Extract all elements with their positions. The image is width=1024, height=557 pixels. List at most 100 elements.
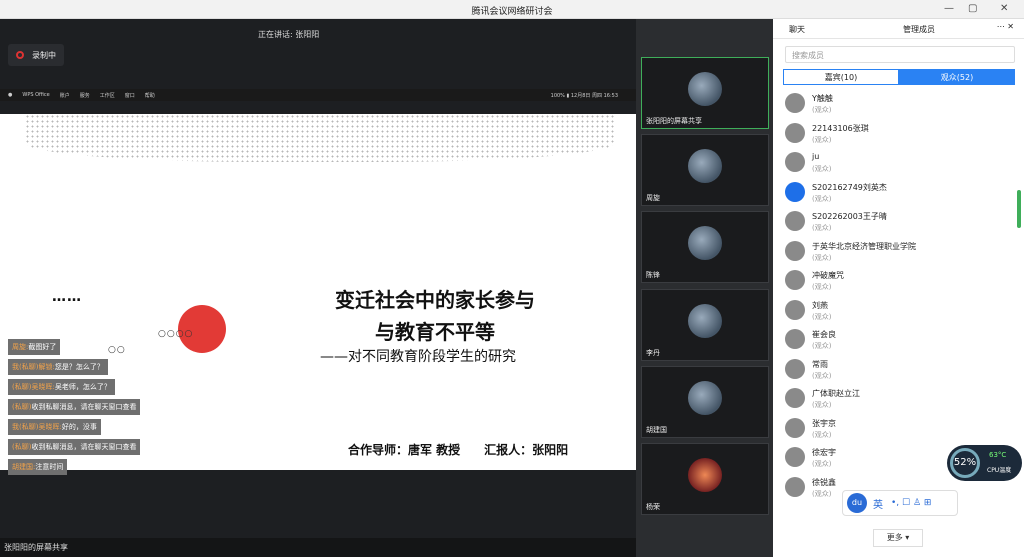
avatar — [785, 93, 805, 113]
list-item[interactable]: ju (观众) — [785, 148, 1015, 178]
member-list: Y触触 (观众) 22143106张琪 (观众) ju (观众) S202162749… — [785, 89, 1015, 502]
tile-name: 张阳阳的屏幕共享 — [646, 117, 702, 125]
list-item[interactable]: 于英华北京经济管理职业学院 (观众) — [785, 237, 1015, 267]
cpu-temp: 63°C — [989, 451, 1007, 459]
ime-lang[interactable]: 英 — [873, 496, 883, 511]
slide-title-line2: 与教育不平等 — [375, 320, 495, 344]
title-bar: 腾讯会议网络研讨会 — ▢ ✕ — [0, 0, 1024, 19]
close-button[interactable]: ✕ — [1000, 3, 1008, 14]
slide-title-line1: 变迁社会中的家长参与 — [335, 288, 535, 312]
slide-title: 变迁社会中的家长参与 与教育不平等 — [300, 284, 570, 348]
avatar — [785, 417, 805, 438]
screen-share-label: 张阳阳的屏幕共享 — [4, 543, 68, 552]
dot-pattern-decoration — [25, 114, 615, 162]
avatar — [785, 122, 805, 143]
chat-message: (私聊) 收到私聊消息，请在聊天窗口查看 — [8, 439, 141, 455]
mac-menu-bar: ● WPS Office 账户 服务 工作区 窗口 帮助 100% ▮ 12月8… — [0, 89, 636, 101]
list-item[interactable]: S202162749刘英杰 (观众) — [785, 178, 1015, 208]
segment-guests[interactable]: 嘉宾(10) — [783, 69, 899, 85]
avatar — [785, 240, 805, 261]
tile-name: 胡建国 — [646, 426, 667, 434]
member-segment: 嘉宾(10) 观众(52) — [783, 69, 1015, 85]
video-tile[interactable]: 胡建国 — [641, 366, 769, 438]
record-icon — [16, 51, 24, 59]
screen-share-bar: 张阳阳的屏幕共享 — [0, 538, 636, 557]
recording-indicator[interactable]: 录制中 — [8, 44, 64, 66]
avatar — [688, 72, 722, 106]
slide-subtitle: ——对不同教育阶段学生的研究 — [320, 349, 516, 365]
list-item[interactable]: 冲破魔咒 (观众) — [785, 266, 1015, 296]
list-item[interactable]: Y触触 (观众) — [785, 89, 1015, 119]
chat-message: 周旋: 截图好了 — [8, 339, 61, 355]
window-title: 腾讯会议网络研讨会 — [471, 7, 553, 17]
avatar — [785, 299, 805, 320]
tab-members[interactable]: 管理成员 — [903, 24, 935, 35]
avatar — [785, 270, 805, 290]
avatar — [785, 181, 805, 202]
video-tile[interactable]: 杨荣 — [641, 443, 769, 515]
list-item[interactable]: 广体职赵立江 (观众) — [785, 384, 1015, 414]
video-tile[interactable]: 李丹 — [641, 289, 769, 361]
speaking-indicator: 正在讲话: 张阳阳 — [258, 30, 320, 39]
avatar — [688, 226, 722, 260]
avatar — [785, 211, 805, 231]
recording-label: 录制中 — [32, 50, 56, 60]
chat-message: 我(私聊)吴晓晖: 好的，没事 — [8, 419, 101, 435]
video-tile[interactable]: 周旋 — [641, 134, 769, 206]
apple-icon: ● — [8, 92, 13, 98]
cpu-gauge-widget[interactable]: 52% 63°C CPU温度 — [947, 445, 1022, 481]
minimize-button[interactable]: — — [944, 3, 954, 14]
tile-name: 陈锋 — [646, 271, 660, 279]
tab-chat[interactable]: 聊天 — [789, 24, 805, 35]
avatar — [688, 458, 722, 492]
menu-item: 工作区 — [99, 92, 115, 99]
baidu-ime-icon[interactable]: du — [847, 493, 867, 513]
avatar — [688, 304, 722, 338]
chat-message: (私聊)吴晓晖: 吴老师，怎么了？ — [8, 379, 115, 395]
cpu-percent: 52% — [950, 448, 980, 478]
tile-name: 杨荣 — [646, 503, 660, 511]
avatar — [688, 381, 722, 415]
menu-item: 账户 — [59, 92, 70, 99]
avatar — [785, 358, 805, 379]
panel-tabs: 聊天 管理成员 ⋯ ✕ — [773, 19, 1024, 39]
menu-item: WPS Office — [22, 92, 50, 98]
video-tile[interactable]: 陈锋 — [641, 211, 769, 283]
member-search-input[interactable]: 搜索成员 — [785, 46, 1015, 63]
ime-tool-icons[interactable]: •, ☐ ♙ ⊞ — [891, 498, 931, 508]
list-item[interactable]: 刘燕 (观众) — [785, 296, 1015, 326]
cpu-label: CPU温度 — [987, 467, 1012, 474]
restore-button[interactable]: ▢ — [968, 3, 977, 14]
menu-item: 服务 — [79, 92, 90, 99]
list-item[interactable]: 崔会良 (观众) — [785, 325, 1015, 355]
list-item[interactable]: 张宇京 (观众) — [785, 414, 1015, 444]
avatar — [785, 152, 805, 172]
menu-item: 帮助 — [144, 92, 155, 99]
mac-status: 100% ▮ 12月8日 周四 16:53 — [550, 93, 618, 99]
list-item[interactable]: S202262003王子晴 (观众) — [785, 207, 1015, 237]
avatar — [688, 149, 722, 183]
list-item[interactable]: 常雨 (观众) — [785, 355, 1015, 385]
chat-message: 胡建国: 注意时间 — [8, 459, 68, 475]
video-column: 张阳阳的屏幕共享 周旋 陈锋 李丹 胡建国 杨荣 — [636, 19, 773, 557]
avatar — [785, 476, 805, 497]
shared-screen-pane: 正在讲话: 张阳阳 录制中 ● WPS Office 账户 服务 工作区 窗口 … — [0, 19, 636, 557]
panel-more-close[interactable]: ⋯ ✕ — [997, 22, 1014, 31]
more-button[interactable]: 更多 ▾ — [873, 529, 923, 547]
video-tile[interactable]: 张阳阳的屏幕共享 — [641, 57, 769, 129]
tile-name: 李丹 — [646, 349, 660, 357]
avatar — [785, 447, 805, 467]
slide-ellipsis: …… — [52, 289, 82, 305]
menu-item: 窗口 — [124, 92, 135, 99]
member-list-scrollbar[interactable] — [1017, 190, 1021, 228]
avatar — [785, 329, 805, 349]
segment-audience[interactable]: 观众(52) — [899, 69, 1015, 85]
slide-authors: 合作导师：唐军 教授 汇报人：张阳阳 — [348, 443, 569, 457]
tile-name: 周旋 — [646, 194, 660, 202]
list-item[interactable]: 22143106张琪 (观众) — [785, 119, 1015, 149]
avatar — [785, 388, 805, 408]
small-circles-decoration: ○○○○ — [158, 329, 194, 339]
chat-overlay: 周旋: 截图好了 我(私聊)解锁: 您是？怎么了？ (私聊)吴晓晖: 吴老师，怎… — [8, 339, 141, 479]
chat-message: 我(私聊)解锁: 您是？怎么了？ — [8, 359, 108, 375]
ime-toolbar[interactable]: du 英 •, ☐ ♙ ⊞ — [842, 490, 958, 516]
